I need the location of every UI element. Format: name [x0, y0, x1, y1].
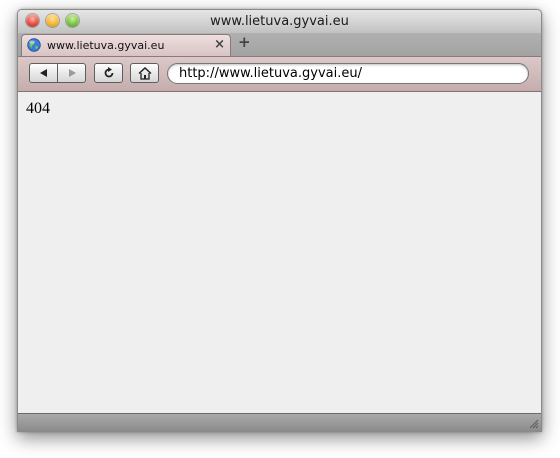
tab-close-icon[interactable]: ×: [214, 37, 225, 52]
navigation-toolbar: http://www.lietuva.gyvai.eu/: [18, 57, 541, 92]
home-button[interactable]: [130, 63, 159, 83]
back-arrow-icon: [39, 69, 47, 77]
status-bar: [18, 413, 541, 431]
forward-button[interactable]: [57, 63, 86, 83]
new-tab-button[interactable]: +: [238, 33, 251, 51]
title-bar[interactable]: www.lietuva.gyvai.eu: [18, 10, 541, 33]
page-content: 404: [18, 92, 541, 413]
address-bar[interactable]: http://www.lietuva.gyvai.eu/: [167, 63, 529, 84]
forward-arrow-icon: [68, 69, 76, 77]
tab-bar: www.lietuva.gyvai.eu × +: [18, 33, 541, 57]
back-button[interactable]: [29, 63, 58, 83]
tab-active[interactable]: www.lietuva.gyvai.eu ×: [21, 34, 231, 56]
error-text: 404: [26, 100, 50, 117]
browser-window: www.lietuva.gyvai.eu www.lietuva.gyvai.e…: [17, 9, 542, 432]
reload-button[interactable]: [94, 63, 123, 83]
address-bar-url[interactable]: http://www.lietuva.gyvai.eu/: [179, 66, 362, 81]
home-icon: [137, 66, 152, 80]
window-title: www.lietuva.gyvai.eu: [210, 14, 349, 29]
resize-grip-icon[interactable]: [528, 418, 539, 429]
reload-icon: [104, 67, 113, 78]
globe-icon: [27, 38, 41, 52]
tab-label: www.lietuva.gyvai.eu: [47, 39, 165, 52]
